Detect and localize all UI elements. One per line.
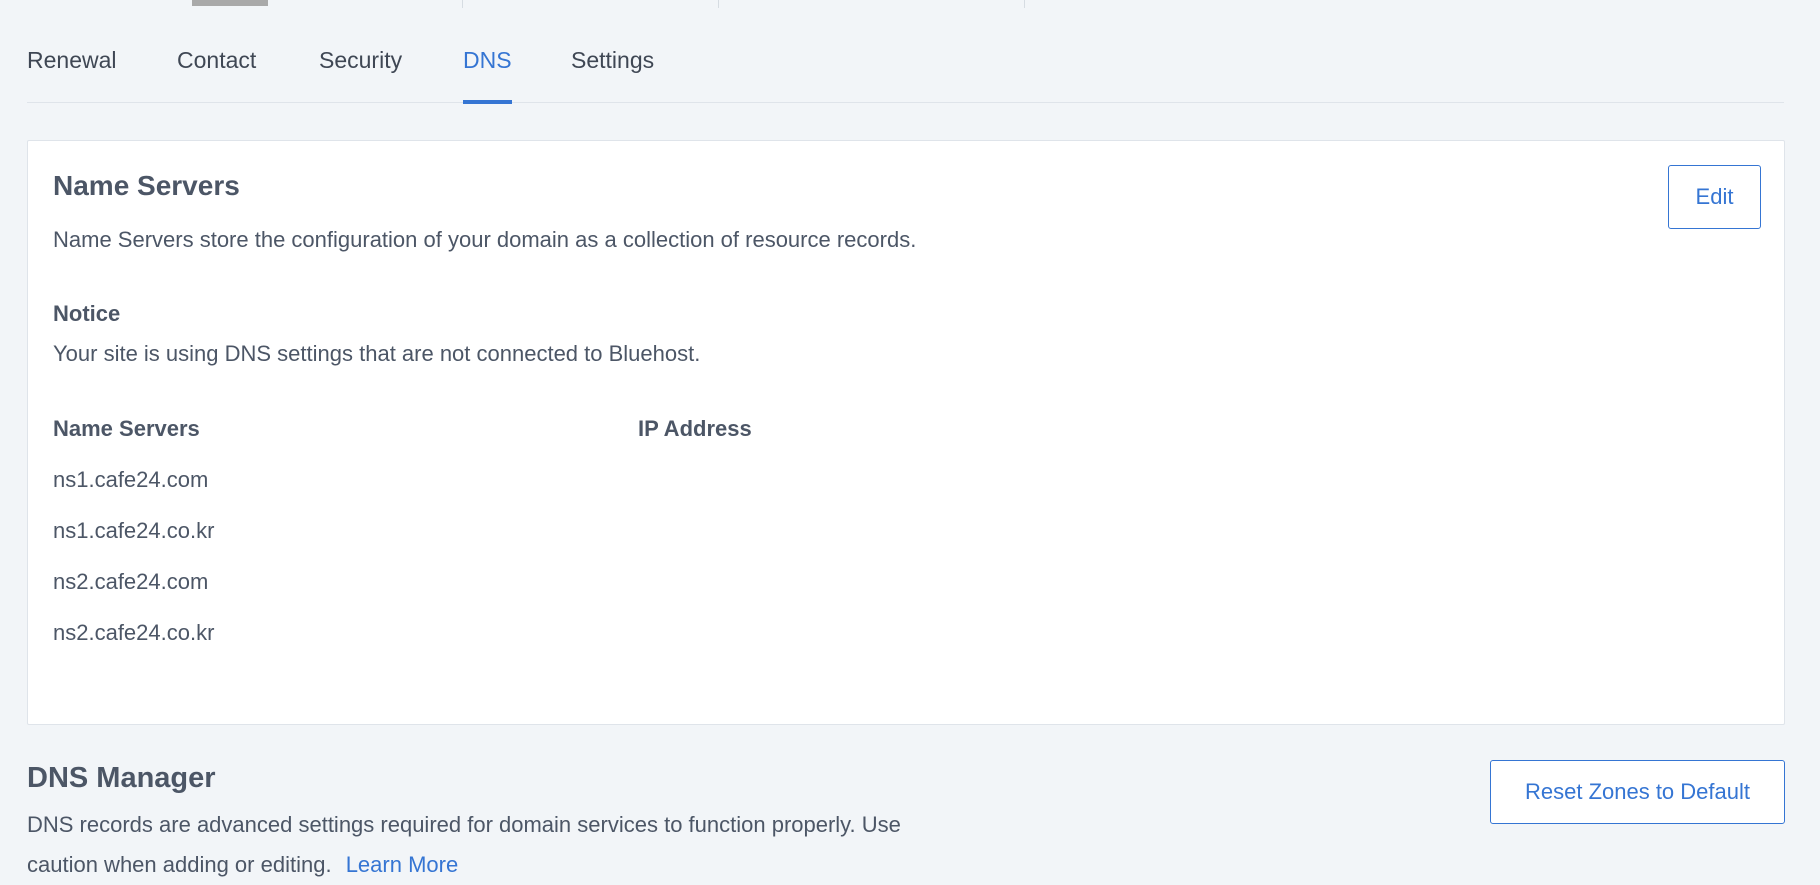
edit-name-servers-button[interactable]: Edit	[1668, 165, 1761, 229]
notice-text: Your site is using DNS settings that are…	[53, 341, 701, 366]
notice-title: Notice	[53, 301, 121, 326]
domain-tabs: Renewal Contact Security DNS Settings	[27, 0, 1784, 104]
name-servers-column-header: Name Servers	[53, 416, 200, 441]
tab-renewal[interactable]: Renewal	[27, 0, 117, 103]
tab-settings[interactable]: Settings	[571, 0, 654, 103]
name-server-list: ns1.cafe24.com ns1.cafe24.co.kr ns2.cafe…	[53, 467, 214, 671]
name-servers-title: Name Servers	[53, 170, 240, 201]
name-server-item: ns2.cafe24.co.kr	[53, 620, 215, 645]
name-servers-card: Name Servers Name Servers store the conf…	[27, 140, 1785, 725]
dns-manager-description: DNS records are advanced settings requir…	[27, 805, 927, 885]
dns-manager-title: DNS Manager	[27, 762, 216, 794]
dns-manager-description-text: DNS records are advanced settings requir…	[27, 812, 901, 877]
name-server-item: ns1.cafe24.com	[53, 467, 209, 492]
name-server-item: ns1.cafe24.co.kr	[53, 518, 215, 543]
name-server-item: ns2.cafe24.com	[53, 569, 209, 594]
reset-zones-button[interactable]: Reset Zones to Default	[1490, 760, 1785, 824]
ip-address-column-header: IP Address	[638, 416, 752, 441]
learn-more-link[interactable]: Learn More	[346, 852, 459, 877]
tab-security[interactable]: Security	[319, 0, 402, 103]
tab-dns[interactable]: DNS	[463, 0, 512, 104]
tab-contact[interactable]: Contact	[177, 0, 256, 103]
name-servers-description: Name Servers store the configuration of …	[53, 227, 917, 252]
